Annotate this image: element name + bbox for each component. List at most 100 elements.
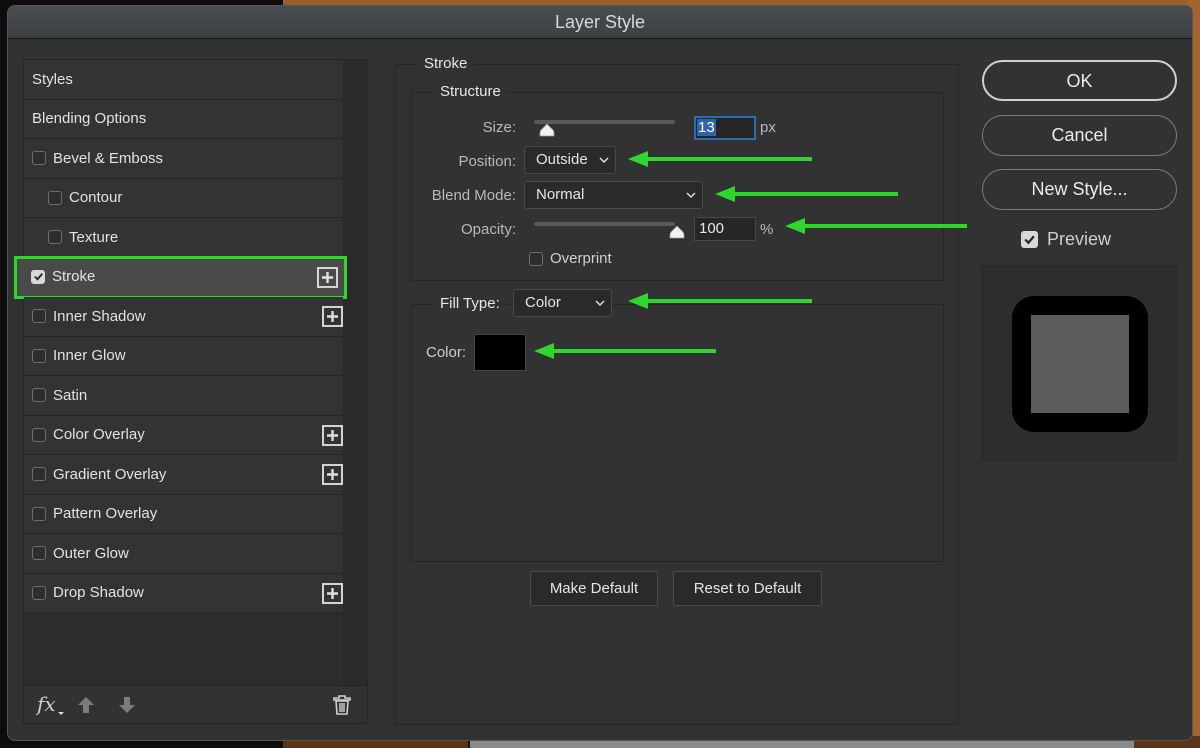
- style-item-label: Outer Glow: [53, 544, 129, 562]
- annotation-arrow-opacity: [785, 218, 967, 234]
- style-item-blending-options[interactable]: Blending Options: [24, 99, 343, 139]
- style-item-label: Stroke: [52, 268, 96, 286]
- plus-icon: [327, 429, 338, 441]
- fill-type-dropdown[interactable]: Color: [513, 289, 612, 317]
- move-up-icon[interactable]: [77, 696, 95, 714]
- style-item-contour[interactable]: Contour: [24, 178, 343, 218]
- color-label: Color:: [426, 344, 467, 361]
- styles-panel-footer: fx: [24, 685, 367, 723]
- style-checkbox[interactable]: [31, 269, 45, 284]
- preview-stroke-shape: [1012, 296, 1148, 432]
- add-effect-button[interactable]: [322, 582, 343, 604]
- style-item-label: Gradient Overlay: [53, 465, 167, 483]
- style-preview: [981, 265, 1177, 461]
- styles-panel: Styles Blending Options Bevel & Emboss Cont…: [14, 59, 368, 724]
- add-effect-button[interactable]: [322, 306, 343, 327]
- style-item-label: Inner Glow: [53, 347, 126, 365]
- checkmark-icon: [33, 273, 43, 281]
- size-input[interactable]: 13: [694, 116, 756, 140]
- blend-mode-value: Normal: [536, 186, 585, 203]
- size-unit: px: [760, 119, 776, 136]
- style-checkbox[interactable]: [32, 585, 46, 600]
- style-item-satin[interactable]: Satin: [24, 376, 343, 416]
- style-item-pattern-overlay[interactable]: Pattern Overlay: [24, 494, 343, 534]
- style-checkbox[interactable]: [48, 230, 62, 245]
- style-item-label: Color Overlay: [53, 426, 145, 444]
- make-default-button[interactable]: Make Default: [530, 571, 658, 606]
- reset-to-default-button[interactable]: Reset to Default: [673, 571, 822, 606]
- style-checkbox[interactable]: [32, 467, 46, 482]
- style-checkbox[interactable]: [32, 506, 46, 521]
- ok-button[interactable]: OK: [982, 60, 1177, 101]
- opacity-slider-thumb[interactable]: [669, 225, 685, 239]
- styles-list-scrollbar[interactable]: [343, 60, 367, 688]
- preview-fill-shape: [1031, 315, 1129, 413]
- dialog-title: Layer Style: [8, 6, 1192, 39]
- style-checkbox[interactable]: [32, 151, 46, 166]
- plus-icon: [327, 311, 338, 322]
- position-dropdown[interactable]: Outside: [524, 146, 616, 174]
- style-item-drop-shadow[interactable]: Drop Shadow: [24, 573, 343, 613]
- style-item-color-overlay[interactable]: Color Overlay: [24, 415, 343, 455]
- style-item-styles[interactable]: Styles: [24, 60, 343, 100]
- preview-checkbox-box[interactable]: [1021, 231, 1038, 248]
- position-value: Outside: [536, 151, 588, 168]
- size-slider-thumb[interactable]: [539, 123, 555, 137]
- opacity-label: Opacity:: [460, 221, 516, 238]
- overprint-checkbox-box[interactable]: [529, 251, 543, 266]
- style-item-inner-glow[interactable]: Inner Glow: [24, 336, 343, 376]
- add-effect-button[interactable]: [322, 464, 343, 485]
- style-item-label: Blending Options: [32, 110, 147, 128]
- style-item-stroke[interactable]: Stroke: [14, 255, 347, 299]
- new-style-button[interactable]: New Style...: [982, 169, 1177, 210]
- style-checkbox[interactable]: [32, 427, 46, 442]
- move-down-icon[interactable]: [118, 696, 136, 714]
- style-checkbox[interactable]: [48, 190, 62, 205]
- style-item-label: Contour: [69, 189, 123, 207]
- add-effect-button[interactable]: [322, 424, 343, 446]
- add-effect-button[interactable]: [317, 266, 338, 288]
- style-checkbox[interactable]: [32, 348, 46, 363]
- plus-icon: [327, 587, 338, 599]
- style-item-label: Bevel & Emboss: [53, 149, 164, 167]
- background-canvas-image: [468, 740, 1134, 748]
- opacity-unit: %: [760, 221, 774, 238]
- stroke-color-swatch[interactable]: [474, 334, 526, 371]
- fill-type-label: Fill Type:: [434, 295, 506, 312]
- style-item-label: Texture: [69, 228, 119, 246]
- fx-caret-icon: [58, 712, 64, 715]
- structure-title: Structure: [434, 83, 507, 100]
- cancel-button[interactable]: Cancel: [982, 115, 1177, 156]
- preview-checkbox[interactable]: Preview: [1021, 229, 1111, 250]
- style-item-label: Styles: [32, 70, 73, 88]
- style-item-label: Drop Shadow: [53, 584, 144, 602]
- style-checkbox[interactable]: [32, 309, 46, 324]
- style-item-bevel-emboss[interactable]: Bevel & Emboss: [24, 139, 343, 179]
- position-label: Position:: [458, 153, 516, 170]
- chevron-down-icon: [686, 192, 696, 199]
- fx-menu-button[interactable]: fx: [37, 692, 56, 716]
- stroke-section-title: Stroke: [418, 55, 474, 72]
- annotation-arrow-blend-mode: [715, 186, 898, 202]
- fill-type-value: Color: [525, 294, 561, 311]
- opacity-input[interactable]: 100: [694, 217, 756, 241]
- overprint-checkbox[interactable]: Overprint: [529, 250, 612, 267]
- annotation-arrow-fill-type: [628, 293, 812, 309]
- chevron-down-icon: [595, 300, 605, 307]
- style-item-label: Pattern Overlay: [53, 505, 158, 523]
- preview-label: Preview: [1047, 229, 1112, 249]
- checkmark-icon: [1024, 235, 1035, 245]
- style-item-texture[interactable]: Texture: [24, 218, 343, 258]
- style-item-gradient-overlay[interactable]: Gradient Overlay: [24, 455, 343, 495]
- trash-icon[interactable]: [333, 695, 351, 715]
- style-checkbox[interactable]: [32, 388, 46, 403]
- blend-mode-dropdown[interactable]: Normal: [524, 181, 703, 209]
- style-checkbox[interactable]: [32, 546, 46, 561]
- style-item-outer-glow[interactable]: Outer Glow: [24, 534, 343, 574]
- size-label: Size:: [482, 119, 516, 136]
- opacity-slider[interactable]: [534, 222, 675, 226]
- blend-mode-label: Blend Mode:: [431, 187, 516, 204]
- plus-icon: [327, 469, 338, 480]
- annotation-arrow-color: [534, 343, 716, 359]
- style-item-inner-shadow[interactable]: Inner Shadow: [24, 297, 343, 337]
